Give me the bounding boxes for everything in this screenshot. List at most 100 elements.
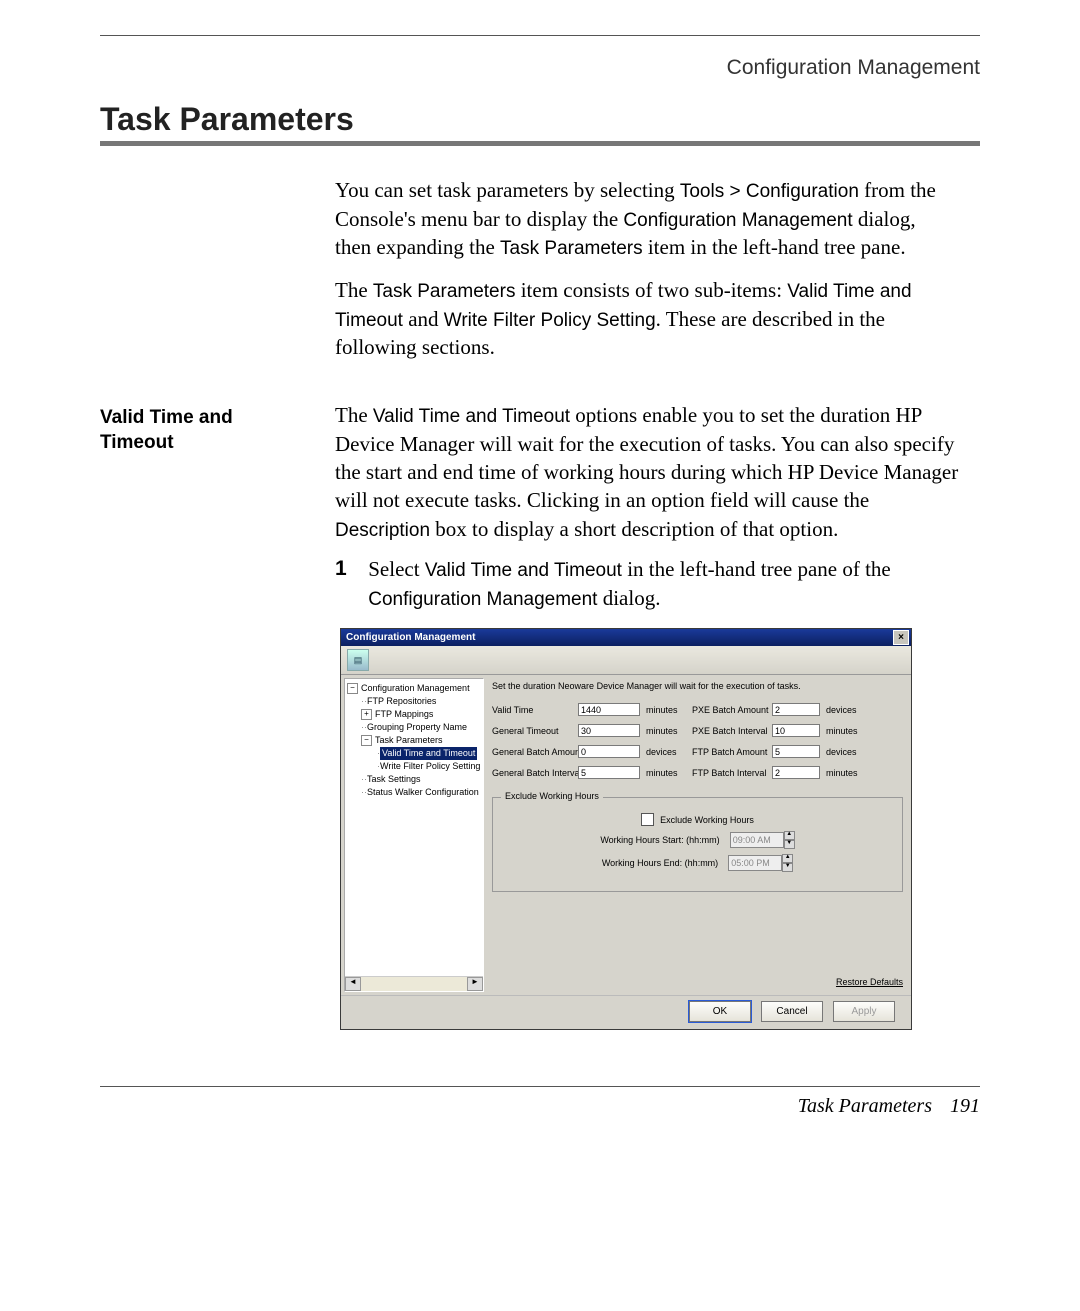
cancel-button[interactable]: Cancel bbox=[761, 1001, 823, 1022]
apply-button[interactable]: Apply bbox=[833, 1001, 895, 1022]
page-title: Task Parameters bbox=[100, 101, 354, 138]
tree-label: FTP Repositories bbox=[367, 695, 436, 708]
scroll-right-icon[interactable]: ► bbox=[467, 977, 483, 991]
row-end-time: Working Hours End: (hh:mm) ▲▼ bbox=[503, 854, 892, 872]
tree-node-task-settings[interactable]: ··Task Settings bbox=[347, 773, 481, 786]
input-general-timeout[interactable] bbox=[578, 724, 640, 737]
section-paragraph: The Valid Time and Timeout options enabl… bbox=[335, 401, 960, 543]
restore-defaults-button[interactable]: Restore Defaults bbox=[836, 977, 903, 987]
checkbox-label: Exclude Working Hours bbox=[660, 815, 754, 825]
page-footer: Task Parameters 191 bbox=[100, 1095, 980, 1118]
tree-label: FTP Mappings bbox=[375, 708, 433, 721]
panel-description: Set the duration Neoware Device Manager … bbox=[492, 681, 903, 691]
text: box to display a short description of th… bbox=[430, 517, 838, 541]
input-end-time[interactable] bbox=[728, 855, 782, 871]
input-pxe-batch-amount[interactable] bbox=[772, 703, 820, 716]
running-header: Configuration Management bbox=[727, 56, 980, 80]
label-start-time: Working Hours Start: (hh:mm) bbox=[600, 835, 719, 845]
input-general-batch-interval[interactable] bbox=[578, 766, 640, 779]
tree-node-valid-time-timeout[interactable]: ·Valid Time and Timeout bbox=[347, 747, 481, 760]
close-icon[interactable]: × bbox=[893, 630, 909, 645]
text: The bbox=[335, 403, 373, 427]
unit: minutes bbox=[826, 726, 864, 736]
toolbar-icon[interactable]: ▤ bbox=[347, 649, 369, 671]
tree-node-ftp-repositories[interactable]: ··FTP Repositories bbox=[347, 695, 481, 708]
tree-label: Configuration Management bbox=[361, 682, 470, 695]
intro-paragraph-2: The Task Parameters item consists of two… bbox=[335, 276, 955, 362]
text: dialog. bbox=[597, 586, 660, 610]
tree-scrollbar[interactable]: ◄ ► bbox=[345, 976, 483, 991]
unit: minutes bbox=[826, 768, 864, 778]
text: item consists of two sub-items: bbox=[515, 278, 787, 302]
settings-grid: Valid Time minutes PXE Batch Amount devi… bbox=[492, 703, 903, 779]
label-general-timeout: General Timeout bbox=[492, 726, 572, 736]
dialog-titlebar[interactable]: Configuration Management × bbox=[341, 629, 911, 646]
fieldset-exclude-working-hours: Exclude Working Hours Exclude Working Ho… bbox=[492, 797, 903, 892]
input-ftp-batch-interval[interactable] bbox=[772, 766, 820, 779]
input-general-batch-amount[interactable] bbox=[578, 745, 640, 758]
spin-up-icon[interactable]: ▲ bbox=[784, 831, 795, 840]
spinner-buttons[interactable]: ▲▼ bbox=[782, 854, 793, 872]
spin-down-icon[interactable]: ▼ bbox=[782, 863, 793, 872]
unit: devices bbox=[826, 705, 864, 715]
spinner-buttons[interactable]: ▲▼ bbox=[784, 831, 795, 849]
dialog-configuration-management: Configuration Management × ▤ −Configurat… bbox=[340, 628, 912, 1030]
ui-text: Valid Time and Timeout bbox=[425, 560, 622, 581]
unit: minutes bbox=[646, 768, 686, 778]
ui-text: Configuration Management bbox=[623, 210, 852, 231]
step-text: Select Valid Time and Timeout in the lef… bbox=[368, 555, 948, 612]
row-exclude-checkbox: Exclude Working Hours bbox=[503, 813, 892, 826]
ui-text: Tools > Configuration bbox=[680, 181, 859, 202]
tree-node-write-filter-policy[interactable]: ·Write Filter Policy Setting bbox=[347, 760, 481, 773]
tree-node-task-parameters[interactable]: −Task Parameters bbox=[347, 734, 481, 747]
settings-panel: Set the duration Neoware Device Manager … bbox=[484, 675, 911, 995]
dialog-toolbar: ▤ bbox=[341, 646, 911, 675]
collapse-icon[interactable]: − bbox=[347, 683, 358, 694]
spinner-start-time[interactable]: ▲▼ bbox=[730, 831, 795, 849]
tree-label: Write Filter Policy Setting bbox=[380, 760, 480, 773]
tree-label: Grouping Property Name bbox=[367, 721, 467, 734]
scroll-left-icon[interactable]: ◄ bbox=[345, 977, 361, 991]
spin-down-icon[interactable]: ▼ bbox=[784, 840, 795, 849]
unit: devices bbox=[826, 747, 864, 757]
expand-icon[interactable]: + bbox=[361, 709, 372, 720]
unit: minutes bbox=[646, 726, 686, 736]
tree-label: Status Walker Configuration bbox=[367, 786, 479, 799]
ui-text: Configuration Management bbox=[368, 589, 597, 610]
text: You can set task parameters by selecting bbox=[335, 178, 680, 202]
checkbox-exclude-working-hours[interactable] bbox=[641, 813, 654, 826]
input-pxe-batch-interval[interactable] bbox=[772, 724, 820, 737]
spinner-end-time[interactable]: ▲▼ bbox=[728, 854, 793, 872]
row-start-time: Working Hours Start: (hh:mm) ▲▼ bbox=[503, 831, 892, 849]
page-content-frame: Configuration Management Task Parameters… bbox=[100, 35, 980, 1087]
input-start-time[interactable] bbox=[730, 832, 784, 848]
input-ftp-batch-amount[interactable] bbox=[772, 745, 820, 758]
tree-label: Task Settings bbox=[367, 773, 421, 786]
collapse-icon[interactable]: − bbox=[361, 735, 372, 746]
page-number: 191 bbox=[950, 1095, 980, 1118]
ui-text: Task Parameters bbox=[500, 238, 643, 259]
dialog-title: Configuration Management bbox=[343, 632, 475, 643]
label-general-batch-amount: General Batch Amount bbox=[492, 747, 572, 757]
tree-node-ftp-mappings[interactable]: +FTP Mappings bbox=[347, 708, 481, 721]
label-general-batch-interval: General Batch Interval bbox=[492, 768, 572, 778]
tree-node-status-walker[interactable]: ··Status Walker Configuration bbox=[347, 786, 481, 799]
ui-text: Description bbox=[335, 520, 430, 541]
spin-up-icon[interactable]: ▲ bbox=[782, 854, 793, 863]
unit: minutes bbox=[646, 705, 686, 715]
unit: devices bbox=[646, 747, 686, 757]
label-ftp-batch-interval: FTP Batch Interval bbox=[692, 768, 766, 778]
ok-button[interactable]: OK bbox=[689, 1001, 751, 1022]
tree-node-grouping-property[interactable]: ··Grouping Property Name bbox=[347, 721, 481, 734]
ui-text: Valid Time and Timeout bbox=[373, 406, 570, 427]
input-valid-time[interactable] bbox=[578, 703, 640, 716]
section-body: The Valid Time and Timeout options enabl… bbox=[335, 401, 960, 613]
text: in the left-hand tree pane of the bbox=[622, 557, 891, 581]
side-heading: Valid Time and Timeout bbox=[100, 406, 300, 455]
text: The bbox=[335, 278, 373, 302]
tree-node-root[interactable]: −Configuration Management bbox=[347, 682, 481, 695]
intro-paragraph-1: You can set task parameters by selecting… bbox=[335, 176, 955, 262]
intro-block: You can set task parameters by selecting… bbox=[335, 176, 955, 376]
label-ftp-batch-amount: FTP Batch Amount bbox=[692, 747, 766, 757]
tree-pane[interactable]: −Configuration Management ··FTP Reposito… bbox=[344, 678, 484, 992]
